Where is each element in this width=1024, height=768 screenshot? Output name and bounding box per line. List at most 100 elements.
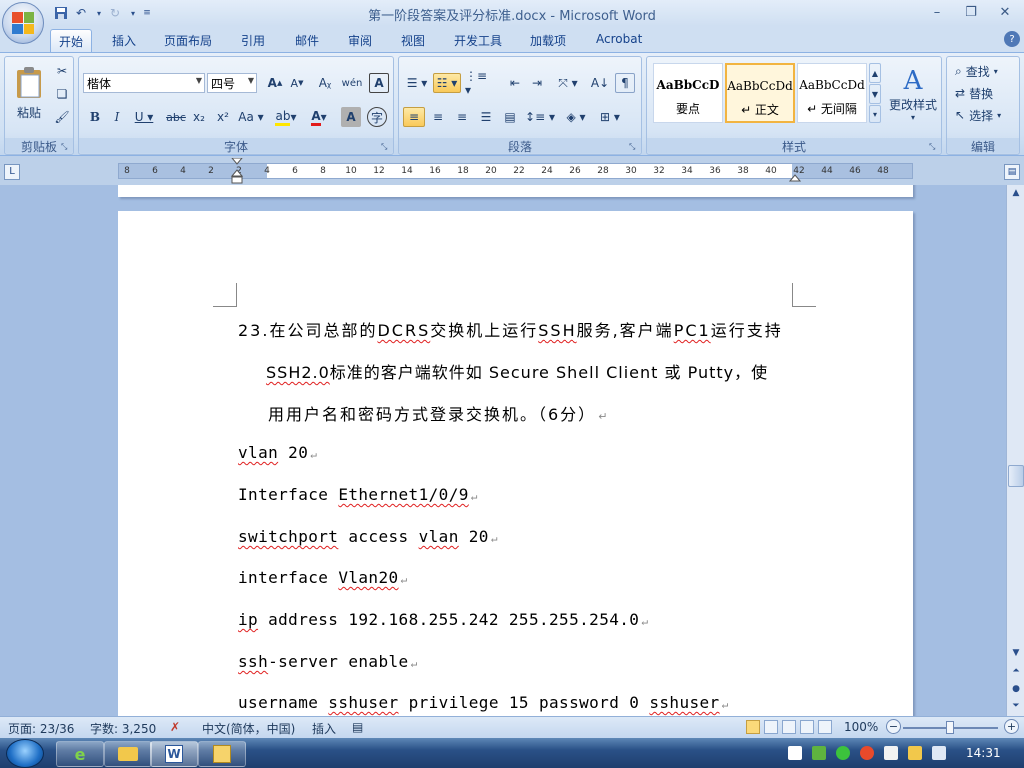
scroll-up-icon[interactable]: ▲	[1008, 185, 1024, 201]
draft-view-icon[interactable]	[818, 720, 832, 734]
right-indent-marker-icon[interactable]	[789, 172, 801, 182]
tab-home[interactable]: 开始	[50, 29, 93, 52]
show-marks-icon[interactable]: ¶	[615, 73, 635, 93]
highlight-icon[interactable]: ab ▾	[271, 107, 301, 127]
change-styles-button[interactable]: A 更改样式 ▾	[885, 61, 941, 127]
font-size-combo[interactable]: 四号 ▼	[207, 73, 257, 93]
underline-icon[interactable]: U ▾	[131, 107, 157, 127]
tab-view[interactable]: 视图	[393, 29, 433, 52]
style-normal[interactable]: AaBbCcDd ↵ 正文	[725, 63, 795, 123]
line-spacing-icon[interactable]: ↕≡ ▾	[525, 107, 555, 127]
tab-review[interactable]: 审阅	[340, 29, 380, 52]
shrink-font-icon[interactable]: A ▼	[287, 73, 307, 93]
minimize-button[interactable]: –	[924, 2, 950, 22]
tray-green-icon[interactable]	[812, 746, 826, 760]
align-right-icon[interactable]: ≡	[451, 107, 473, 127]
find-button[interactable]: ⌕ 查找 ▾	[955, 61, 998, 81]
copy-icon[interactable]: ❏	[53, 84, 71, 104]
replace-button[interactable]: ⇄ 替换	[955, 83, 993, 103]
close-button[interactable]: ✕	[992, 2, 1018, 22]
italic-icon[interactable]: I	[107, 107, 127, 127]
next-page-icon[interactable]: ⏷	[1008, 698, 1024, 714]
bullets-icon[interactable]: ☰ ▾	[403, 73, 431, 93]
font-color-icon[interactable]: A ▾	[305, 107, 333, 127]
strikethrough-icon[interactable]: abc	[165, 107, 187, 127]
tray-film-icon[interactable]	[788, 746, 802, 760]
subscript-icon[interactable]: x₂	[189, 107, 209, 127]
numbering-icon[interactable]: ☷ ▾	[433, 73, 461, 93]
bold-icon[interactable]: B	[85, 107, 105, 127]
indent-marker-icon[interactable]	[231, 158, 243, 184]
style-emphasis[interactable]: AaBbCcD 要点	[653, 63, 723, 123]
ie-taskbar-button[interactable]: e	[56, 741, 104, 767]
select-button[interactable]: ↖ 选择 ▾	[955, 105, 1001, 125]
tab-references[interactable]: 引用	[233, 29, 273, 52]
grow-font-icon[interactable]: A ▲	[265, 73, 285, 93]
office-button[interactable]	[2, 2, 44, 44]
styles-more-icon[interactable]: ▾	[869, 105, 881, 123]
document-page[interactable]: 23.在公司总部的DCRS交换机上运行SSH服务,客户端PC1运行支持 SSH2…	[118, 211, 913, 716]
increase-indent-icon[interactable]: ⇥	[527, 73, 547, 93]
decrease-indent-icon[interactable]: ⇤	[505, 73, 525, 93]
tab-selector-icon[interactable]: L	[4, 164, 20, 180]
styles-scroll-down-icon[interactable]: ▼	[869, 84, 881, 104]
font-launcher-icon[interactable]: ⤡	[381, 142, 390, 151]
vertical-scrollbar[interactable]: ▲ ▼ ⏶ ● ⏷	[1006, 185, 1024, 716]
style-no-spacing[interactable]: AaBbCcDd ↵ 无间隔	[797, 63, 867, 123]
enclose-char-icon[interactable]: 字	[367, 107, 387, 127]
taskbar-clock[interactable]: 14:31	[966, 746, 1001, 760]
styles-scroll-up-icon[interactable]: ▲	[869, 63, 881, 83]
phonetic-guide-icon[interactable]: wén	[341, 73, 363, 93]
tab-acrobat[interactable]: Acrobat	[588, 29, 650, 52]
restore-button[interactable]: ❐	[958, 2, 984, 22]
font-name-combo[interactable]: 楷体 ▼	[83, 73, 205, 93]
format-painter-icon[interactable]: 🖌	[53, 107, 71, 127]
print-layout-view-icon[interactable]	[746, 720, 760, 734]
notes-taskbar-button[interactable]	[198, 741, 246, 767]
zoom-out-icon[interactable]: −	[886, 719, 901, 734]
superscript-icon[interactable]: x²	[213, 107, 233, 127]
tab-page-layout[interactable]: 页面布局	[156, 29, 220, 52]
multilevel-list-icon[interactable]: ⋮≡ ▾	[465, 69, 495, 97]
clipboard-launcher-icon[interactable]: ⤡	[61, 142, 70, 151]
align-center-icon[interactable]: ≡	[427, 107, 449, 127]
tray-shield-icon[interactable]	[836, 746, 850, 760]
borders-icon[interactable]: ⊞ ▾	[595, 107, 625, 127]
start-button[interactable]	[6, 739, 44, 768]
tray-security-icon[interactable]	[860, 746, 874, 760]
macro-record-icon[interactable]: ▤	[352, 720, 363, 734]
sort-icon[interactable]: A↓	[589, 73, 611, 93]
zoom-in-icon[interactable]: +	[1004, 719, 1019, 734]
clear-format-icon[interactable]: Aᵪ	[315, 73, 335, 93]
help-icon[interactable]: ?	[1004, 31, 1020, 47]
view-ruler-icon[interactable]: ▤	[1004, 164, 1020, 180]
word-taskbar-button[interactable]: W	[150, 741, 198, 767]
browse-object-icon[interactable]: ●	[1008, 681, 1024, 697]
proofing-icon[interactable]: ✗	[170, 720, 180, 734]
tab-developer[interactable]: 开发工具	[446, 29, 510, 52]
char-shading-icon[interactable]: A	[341, 107, 361, 127]
outline-view-icon[interactable]	[800, 720, 814, 734]
word-count[interactable]: 字数: 3,250	[90, 720, 156, 737]
paragraph-launcher-icon[interactable]: ⤡	[629, 142, 638, 151]
volume-icon[interactable]	[932, 746, 946, 760]
paste-button[interactable]: 粘贴	[9, 61, 49, 125]
justify-icon[interactable]: ☰	[475, 107, 497, 127]
tray-keyboard-icon[interactable]	[908, 746, 922, 760]
explorer-taskbar-button[interactable]	[104, 741, 152, 767]
tab-mailings[interactable]: 邮件	[287, 29, 327, 52]
align-left-icon[interactable]: ≡	[403, 107, 425, 127]
tab-insert[interactable]: 插入	[104, 29, 144, 52]
previous-page-icon[interactable]: ⏶	[1008, 663, 1024, 679]
change-case-icon[interactable]: Aa ▾	[237, 107, 265, 127]
chinese-layout-icon[interactable]: ⤧ ▾	[553, 73, 583, 93]
cut-icon[interactable]: ✂	[53, 61, 71, 81]
distributed-icon[interactable]: ▤	[499, 107, 521, 127]
styles-launcher-icon[interactable]: ⤡	[929, 142, 938, 151]
scroll-thumb[interactable]	[1008, 465, 1024, 487]
zoom-slider-thumb[interactable]	[946, 721, 954, 734]
tab-add-ins[interactable]: 加载项	[522, 29, 574, 52]
web-layout-icon[interactable]	[782, 720, 796, 734]
horizontal-ruler[interactable]: 8 6 4 2 2 4 6 8 10 12 14 16 18 20 22 24 26 28 30 32 34 36 38 40…	[118, 158, 913, 184]
tray-clipboard-icon[interactable]	[884, 746, 898, 760]
